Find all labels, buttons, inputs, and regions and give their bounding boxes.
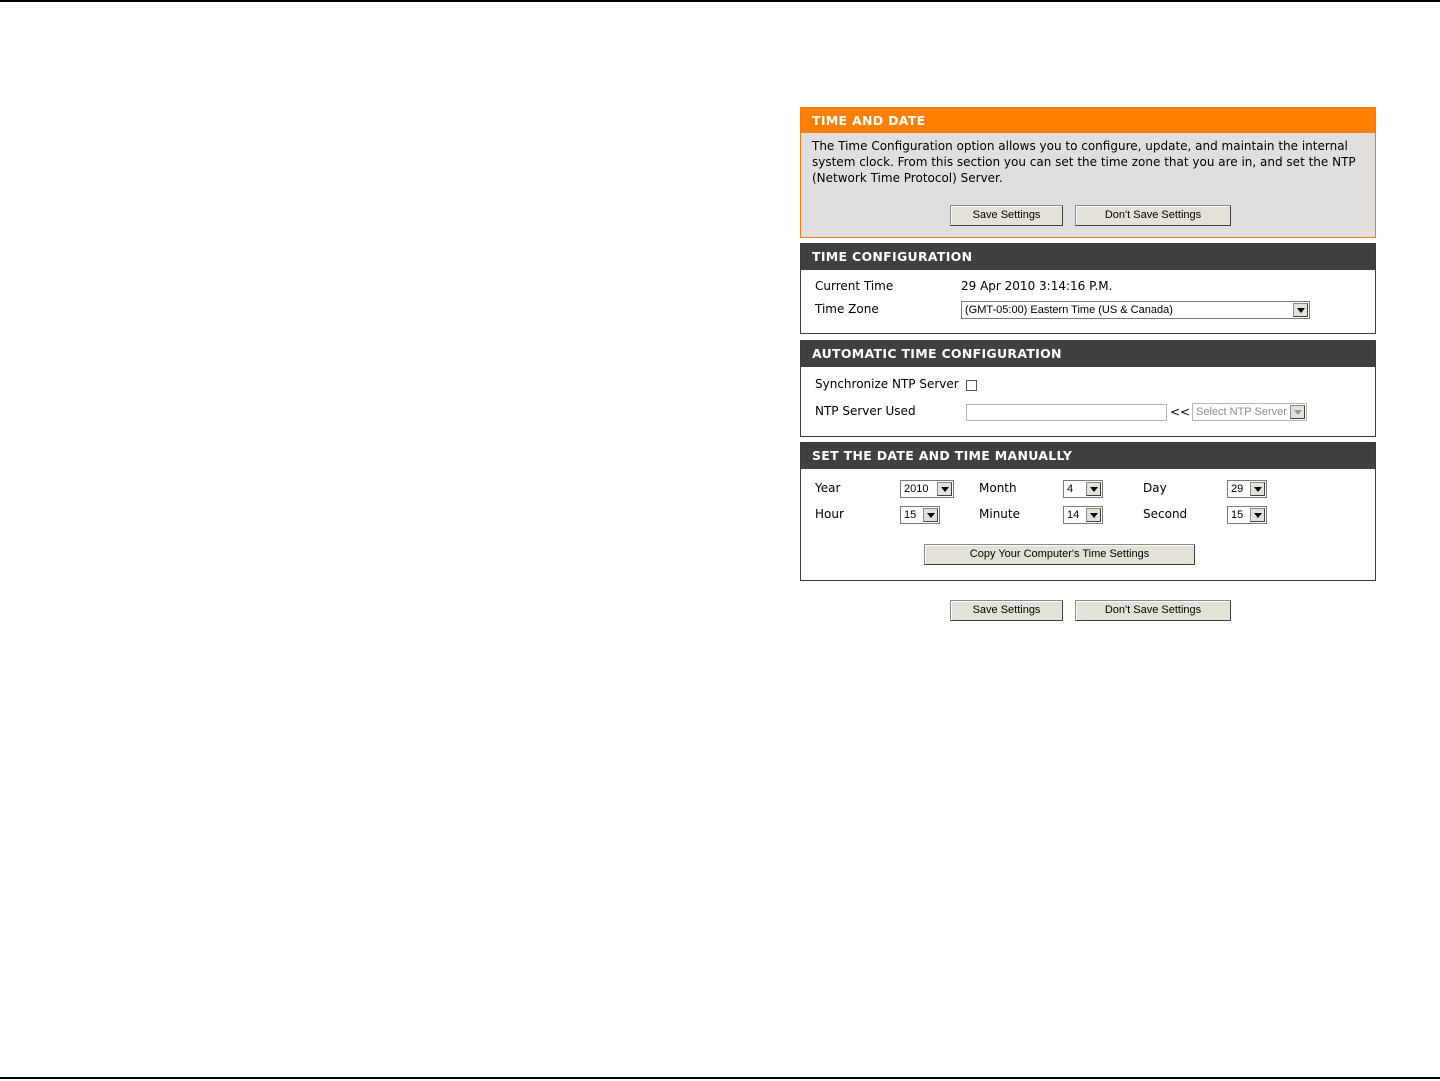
ntp-server-input[interactable] bbox=[966, 404, 1167, 421]
month-value: 4 bbox=[1067, 483, 1074, 495]
hour-select[interactable]: 15 bbox=[900, 506, 940, 524]
copy-arrow-text: << bbox=[1170, 405, 1191, 419]
top-rule bbox=[0, 0, 1440, 2]
panel-title: AUTOMATIC TIME CONFIGURATION bbox=[801, 341, 1375, 367]
ntp-server-label: NTP Server Used bbox=[815, 404, 916, 418]
minute-value: 14 bbox=[1067, 509, 1080, 521]
chevron-down-icon[interactable] bbox=[937, 482, 952, 496]
month-select[interactable]: 4 bbox=[1063, 480, 1103, 498]
year-label: Year bbox=[815, 481, 841, 495]
minute-label: Minute bbox=[979, 507, 1020, 521]
dont-save-settings-button-bottom[interactable]: Don't Save Settings bbox=[1075, 600, 1231, 621]
day-select[interactable]: 29 bbox=[1227, 480, 1267, 498]
ntp-server-select[interactable]: Select NTP Server bbox=[1192, 403, 1307, 421]
copy-computer-time-button[interactable]: Copy Your Computer's Time Settings bbox=[924, 544, 1195, 565]
ntp-server-select-value: Select NTP Server bbox=[1196, 406, 1287, 418]
chevron-down-icon[interactable] bbox=[1290, 405, 1305, 419]
panel-title: TIME CONFIGURATION bbox=[801, 244, 1375, 270]
automatic-time-configuration-panel: AUTOMATIC TIME CONFIGURATION Synchronize… bbox=[800, 340, 1376, 437]
time-zone-label: Time Zone bbox=[815, 302, 879, 316]
current-time-label: Current Time bbox=[815, 279, 894, 293]
chevron-down-icon[interactable] bbox=[1086, 482, 1101, 496]
month-label: Month bbox=[979, 481, 1017, 495]
day-label: Day bbox=[1143, 481, 1167, 495]
save-settings-button-bottom[interactable]: Save Settings bbox=[950, 600, 1063, 621]
day-value: 29 bbox=[1231, 483, 1244, 495]
minute-select[interactable]: 14 bbox=[1063, 506, 1103, 524]
second-label: Second bbox=[1143, 507, 1188, 521]
second-select[interactable]: 15 bbox=[1227, 506, 1267, 524]
chevron-down-icon[interactable] bbox=[1250, 508, 1265, 522]
chevron-down-icon[interactable] bbox=[1293, 303, 1308, 317]
time-configuration-panel: TIME CONFIGURATION Current Time 29 Apr 2… bbox=[800, 243, 1376, 334]
hour-value: 15 bbox=[904, 509, 917, 521]
bottom-rule bbox=[0, 1077, 1440, 1079]
synchronize-ntp-checkbox[interactable] bbox=[966, 380, 977, 391]
panel-title: SET THE DATE AND TIME MANUALLY bbox=[801, 443, 1375, 469]
time-zone-value: (GMT-05:00) Eastern Time (US & Canada) bbox=[965, 304, 1173, 316]
save-settings-button[interactable]: Save Settings bbox=[950, 205, 1063, 226]
chevron-down-icon[interactable] bbox=[1250, 482, 1265, 496]
time-and-date-panel: TIME AND DATE The Time Configuration opt… bbox=[800, 107, 1376, 238]
time-zone-select[interactable]: (GMT-05:00) Eastern Time (US & Canada) bbox=[961, 301, 1310, 319]
synchronize-ntp-label: Synchronize NTP Server bbox=[815, 377, 959, 391]
current-time-value: 29 Apr 2010 3:14:16 P.M. bbox=[961, 279, 1113, 293]
year-select[interactable]: 2010 bbox=[900, 480, 954, 498]
panel-title: TIME AND DATE bbox=[801, 108, 1375, 133]
chevron-down-icon[interactable] bbox=[923, 508, 938, 522]
chevron-down-icon[interactable] bbox=[1086, 508, 1101, 522]
year-value: 2010 bbox=[904, 483, 929, 495]
hour-label: Hour bbox=[815, 507, 844, 521]
intro-description: The Time Configuration option allows you… bbox=[812, 139, 1356, 185]
second-value: 15 bbox=[1231, 509, 1244, 521]
manual-date-time-panel: SET THE DATE AND TIME MANUALLY Year 2010… bbox=[800, 442, 1376, 581]
dont-save-settings-button[interactable]: Don't Save Settings bbox=[1075, 205, 1231, 226]
